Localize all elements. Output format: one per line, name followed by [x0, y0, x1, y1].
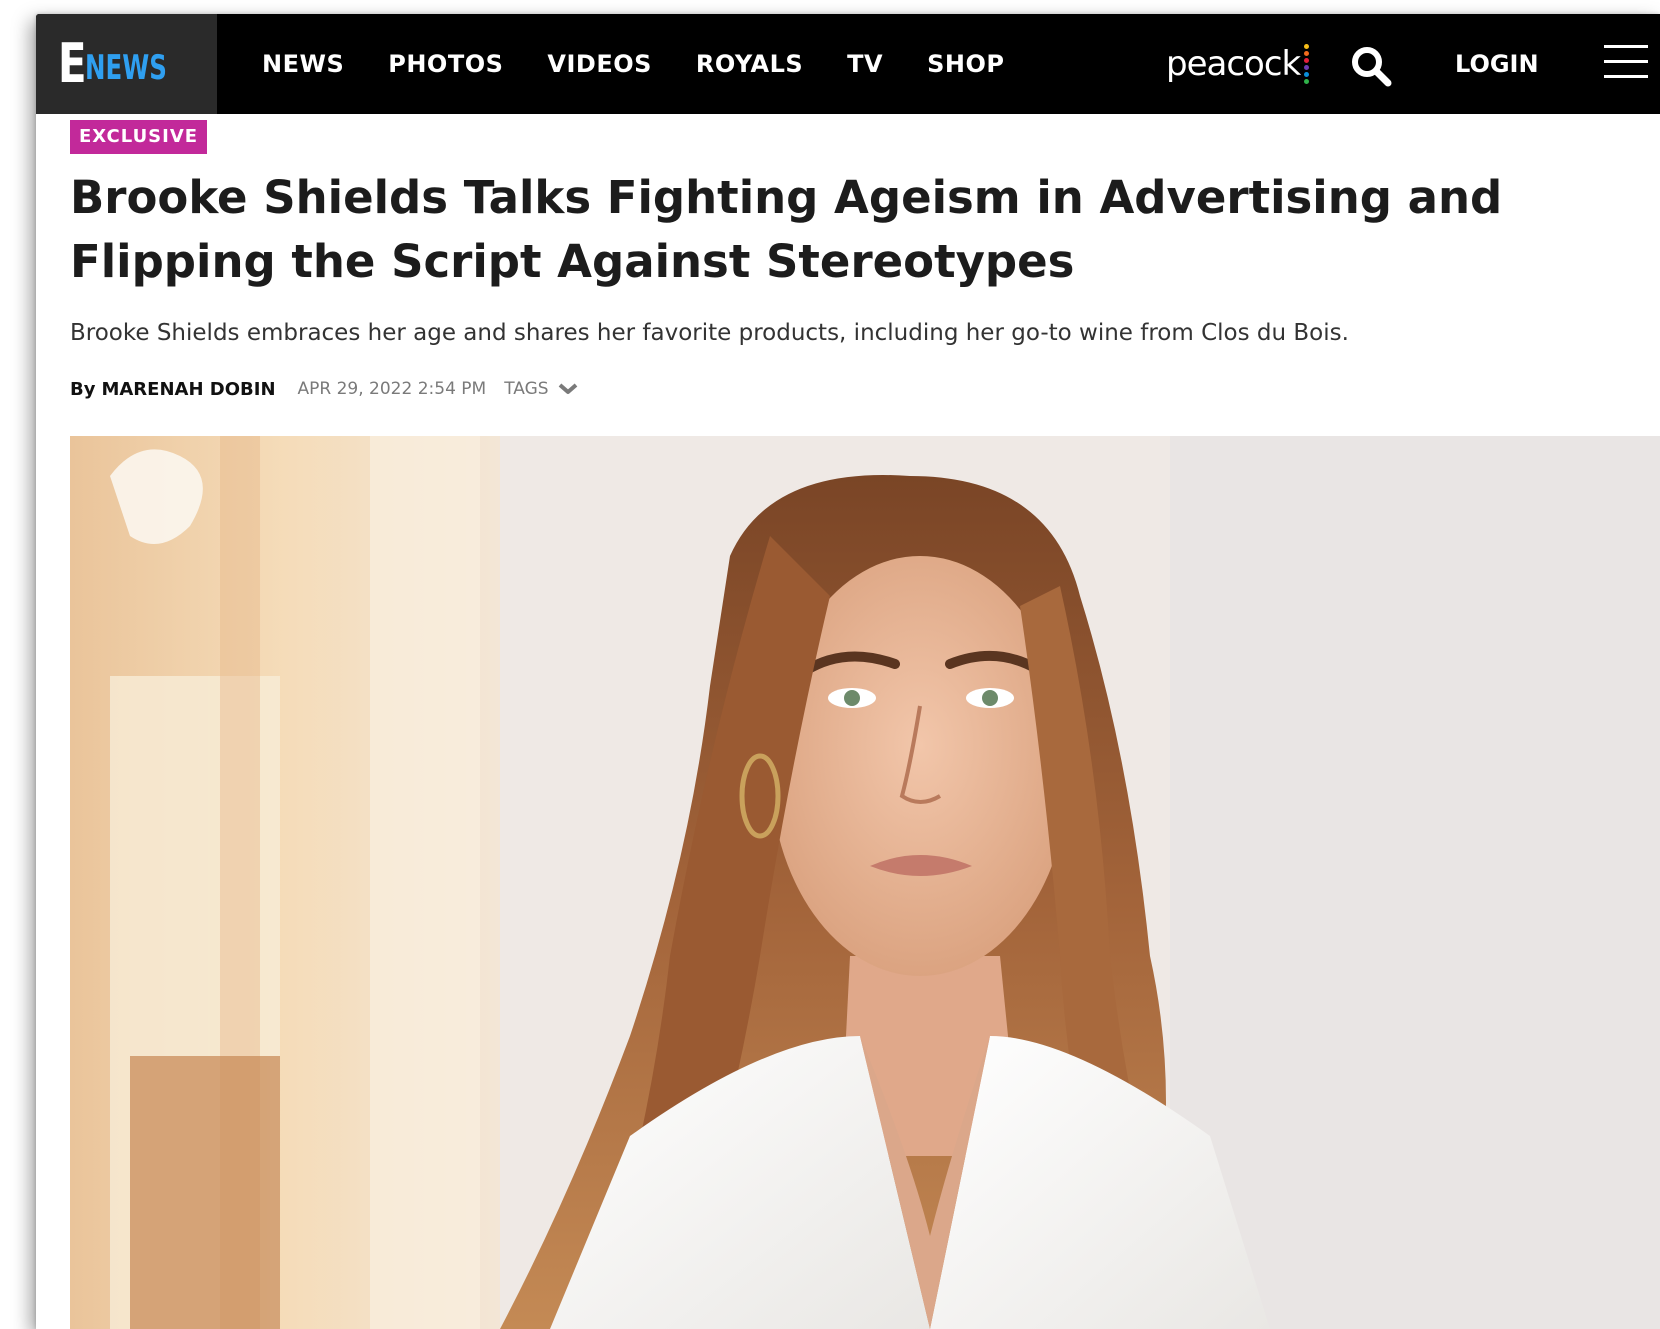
- peacock-dot: [1304, 51, 1310, 56]
- nav-link-videos[interactable]: VIDEOS: [547, 50, 652, 78]
- article-byline: By MARENAH DOBIN APR 29, 2022 2:54 PM TA…: [70, 376, 579, 402]
- hero-photo: [70, 436, 1660, 1329]
- exclusive-badge: EXCLUSIVE: [70, 120, 208, 154]
- menu-bar: [1604, 75, 1648, 78]
- author-link[interactable]: MARENAH DOBIN: [101, 379, 275, 400]
- logo-news-word: NEWS: [85, 48, 167, 88]
- peacock-dot: [1304, 65, 1310, 70]
- nav-link-royals[interactable]: ROYALS: [696, 50, 803, 78]
- peacock-dot: [1304, 79, 1310, 84]
- chevron-down-icon: [558, 383, 577, 394]
- tags-dropdown[interactable]: TAGS: [504, 379, 578, 399]
- peacock-dot: [1304, 72, 1310, 77]
- menu-bar: [1604, 45, 1648, 48]
- nav-link-tv[interactable]: TV: [847, 50, 883, 78]
- login-link[interactable]: LOGIN: [1455, 14, 1539, 114]
- publish-date: APR 29, 2022 2:54 PM: [297, 379, 487, 399]
- search-icon[interactable]: [1349, 44, 1393, 88]
- menu-bar: [1604, 60, 1648, 63]
- nav-link-shop[interactable]: SHOP: [927, 50, 1004, 78]
- enews-logo[interactable]: E NEWS: [36, 14, 217, 114]
- peacock-logo-link[interactable]: peacock: [1166, 42, 1310, 86]
- nav-link-news[interactable]: NEWS: [262, 50, 344, 78]
- top-navigation: E NEWS NEWS PHOTOS VIDEOS ROYALS TV SHOP…: [36, 14, 1660, 114]
- tags-label: TAGS: [504, 379, 549, 399]
- peacock-dot: [1304, 58, 1310, 63]
- browser-page: E NEWS NEWS PHOTOS VIDEOS ROYALS TV SHOP…: [36, 14, 1660, 1329]
- logo-e-letter: E: [58, 32, 87, 95]
- peacock-wordmark: peacock: [1166, 44, 1301, 84]
- peacock-dot: [1304, 44, 1310, 49]
- article-headline: Brooke Shields Talks Fighting Ageism in …: [70, 171, 1503, 288]
- hamburger-menu-icon[interactable]: [1604, 45, 1648, 81]
- article-dek: Brooke Shields embraces her age and shar…: [70, 320, 1349, 346]
- nav-links: NEWS PHOTOS VIDEOS ROYALS TV SHOP: [262, 14, 1049, 114]
- nav-link-photos[interactable]: PHOTOS: [388, 50, 503, 78]
- hero-photo-illustration: [70, 436, 1660, 1329]
- peacock-dots-icon: [1304, 44, 1310, 84]
- byline-by: By: [70, 378, 96, 400]
